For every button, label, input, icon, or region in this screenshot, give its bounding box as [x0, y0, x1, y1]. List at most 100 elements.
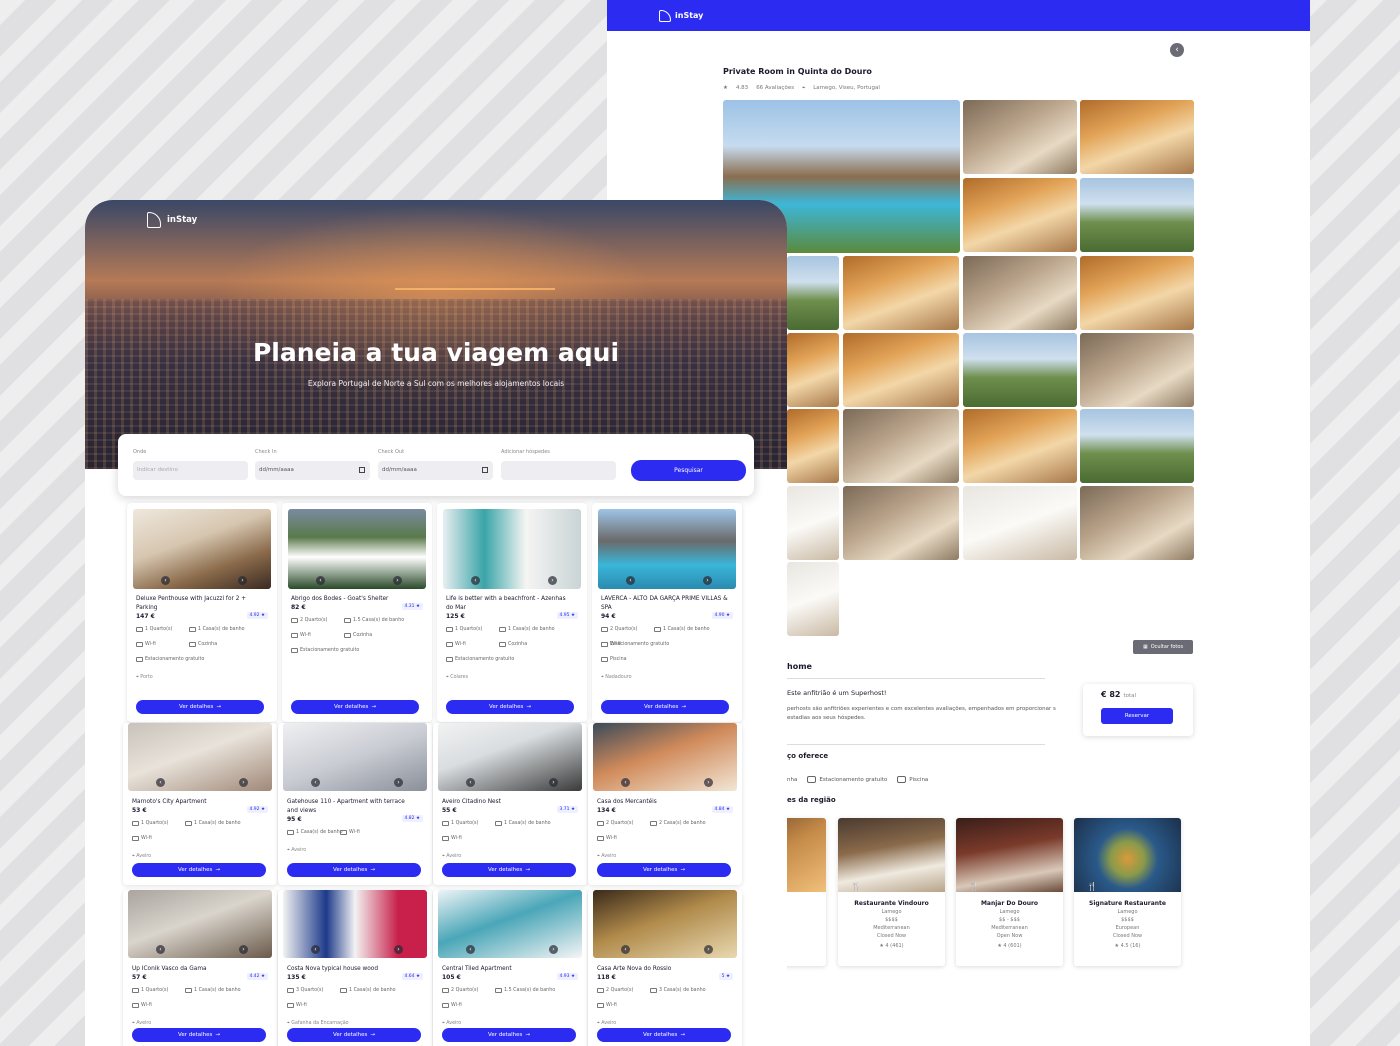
listing-title[interactable]: Life is better with a beachfront - Azenh…: [446, 595, 574, 613]
next-photo-icon[interactable]: ›: [239, 945, 248, 954]
restaurant-card[interactable]: 🍴 Restaurante Vindouro Lamego $$$$ Medit…: [838, 818, 945, 966]
hide-photos-button[interactable]: ▦ Ocultar fotos: [1133, 640, 1193, 654]
prev-photo-icon[interactable]: ‹: [161, 576, 170, 585]
next-photo-icon[interactable]: ›: [703, 576, 712, 585]
listing-card[interactable]: ‹ › Abrigo dos Bodes - Goat's Shelter 82 €4…: [282, 503, 432, 722]
view-details-button[interactable]: Ver detalhes →: [442, 1028, 576, 1042]
hero-logo[interactable]: inStay: [147, 212, 197, 228]
view-details-button[interactable]: Ver detalhes →: [291, 700, 419, 714]
prev-photo-icon[interactable]: ‹: [471, 576, 480, 585]
view-details-button[interactable]: Ver detalhes →: [132, 863, 266, 877]
next-photo-icon[interactable]: ›: [704, 945, 713, 954]
view-details-button[interactable]: Ver detalhes →: [446, 700, 574, 714]
gallery-photo[interactable]: [1080, 486, 1194, 560]
listing-title[interactable]: Up IConik Vasco da Gama: [132, 965, 260, 974]
listing-photo[interactable]: ‹ ›: [438, 723, 582, 791]
gallery-photo[interactable]: [843, 409, 959, 483]
listing-photo[interactable]: ‹ ›: [133, 509, 271, 589]
prev-photo-icon[interactable]: ‹: [311, 945, 320, 954]
listing-card[interactable]: ‹ › Gatehouse 110 - Apartment with terrace…: [278, 723, 432, 885]
listing-photo[interactable]: ‹ ›: [443, 509, 581, 589]
gallery-photo[interactable]: [787, 256, 839, 330]
view-details-button[interactable]: Ver detalhes →: [287, 1028, 421, 1042]
gallery-photo[interactable]: [787, 562, 839, 636]
gallery-photo[interactable]: [963, 100, 1077, 174]
view-details-button[interactable]: Ver detalhes →: [287, 863, 421, 877]
listing-card[interactable]: ‹ › Up IConik Vasco da Gama 57 €4.42 ★ 1 Qua…: [123, 890, 277, 1046]
prev-photo-icon[interactable]: ‹: [626, 576, 635, 585]
gallery-photo[interactable]: [843, 256, 959, 330]
listing-title[interactable]: Casa dos Mercantéis: [597, 798, 725, 807]
gallery-photo[interactable]: [963, 178, 1077, 252]
gallery-photo[interactable]: [963, 486, 1077, 560]
listing-card[interactable]: ‹ › Central Tiled Apartment 105 €4.93 ★ 2 Qu…: [433, 890, 587, 1046]
listing-photo[interactable]: ‹ ›: [288, 509, 426, 589]
back-button[interactable]: ‹: [1170, 43, 1184, 57]
destination-input[interactable]: Indicar destino: [133, 461, 248, 480]
prev-photo-icon[interactable]: ‹: [466, 945, 475, 954]
listing-card[interactable]: ‹ › Deluxe Penthouse with Jacuzzi for 2 + …: [127, 503, 277, 722]
listing-title[interactable]: Costa Nova typical house wood: [287, 965, 415, 974]
restaurant-card[interactable]: 🍴 Manjar Do Douro Lamego $$ - $$$ Medite…: [956, 818, 1063, 966]
next-photo-icon[interactable]: ›: [549, 945, 558, 954]
listing-card[interactable]: ‹ › Costa Nova typical house wood 135 €4.64…: [278, 890, 432, 1046]
gallery-photo[interactable]: [787, 409, 839, 483]
view-details-button[interactable]: Ver detalhes →: [597, 863, 731, 877]
listing-card[interactable]: ‹ › Life is better with a beachfront - Aze…: [437, 503, 587, 722]
listing-title[interactable]: Casa Arte Nova do Rossio: [597, 965, 725, 974]
prev-photo-icon[interactable]: ‹: [156, 778, 165, 787]
view-details-button[interactable]: Ver detalhes →: [601, 700, 729, 714]
next-photo-icon[interactable]: ›: [238, 576, 247, 585]
reserve-button[interactable]: Reservar: [1101, 708, 1173, 724]
gallery-photo[interactable]: [787, 333, 839, 407]
restaurant-card[interactable]: 🍴 Signature Restaurante Lamego $$$$ Euro…: [1074, 818, 1181, 966]
listing-photo[interactable]: ‹ ›: [438, 890, 582, 958]
view-details-button[interactable]: Ver detalhes →: [132, 1028, 266, 1042]
listing-card[interactable]: ‹ › Casa dos Mercantéis 134 €4.84 ★ 2 Quarto…: [588, 723, 742, 885]
next-photo-icon[interactable]: ›: [548, 576, 557, 585]
next-photo-icon[interactable]: ›: [394, 778, 403, 787]
view-details-button[interactable]: Ver detalhes →: [442, 863, 576, 877]
listing-photo[interactable]: ‹ ›: [283, 890, 427, 958]
gallery-photo[interactable]: [1080, 409, 1194, 483]
listing-card[interactable]: ‹ › Casa Arte Nova do Rossio 118 €5 ★ 2 Quar…: [588, 890, 742, 1046]
prev-photo-icon[interactable]: ‹: [621, 945, 630, 954]
prev-photo-icon[interactable]: ‹: [466, 778, 475, 787]
listing-title[interactable]: Aveiro Citadino Nest: [442, 798, 570, 807]
prev-photo-icon[interactable]: ‹: [316, 576, 325, 585]
listing-photo[interactable]: ‹ ›: [128, 890, 272, 958]
listing-card[interactable]: ‹ › Aveiro Citadino Nest 55 €3.71 ★ 1 Quarto…: [433, 723, 587, 885]
gallery-photo[interactable]: [963, 409, 1077, 483]
prev-photo-icon[interactable]: ‹: [621, 778, 630, 787]
listing-title[interactable]: LAVERCA - ALTO DA GARÇA PRIME VILLAS & S…: [601, 595, 729, 613]
brand-name[interactable]: inStay: [675, 11, 703, 20]
checkin-input[interactable]: dd/mm/aaaa: [255, 461, 370, 480]
prev-photo-icon[interactable]: ‹: [156, 945, 165, 954]
listing-reviews[interactable]: 66 Avaliações: [756, 85, 794, 92]
gallery-photo[interactable]: [1080, 178, 1194, 252]
listing-title[interactable]: Gatehouse 110 - Apartment with terrace a…: [287, 798, 415, 816]
listing-photo[interactable]: ‹ ›: [593, 890, 737, 958]
prev-photo-icon[interactable]: ‹: [311, 778, 320, 787]
gallery-photo[interactable]: [1080, 333, 1194, 407]
next-photo-icon[interactable]: ›: [704, 778, 713, 787]
listing-card[interactable]: ‹ › Marnoto's City Apartment 53 €4.92 ★ 1 Qu…: [123, 723, 277, 885]
view-details-button[interactable]: Ver detalhes →: [597, 1028, 731, 1042]
search-button[interactable]: Pesquisar: [631, 460, 746, 481]
gallery-photo[interactable]: [843, 486, 959, 560]
listing-photo[interactable]: ‹ ›: [283, 723, 427, 791]
listing-title[interactable]: Abrigo dos Bodes - Goat's Shelter: [291, 595, 419, 604]
guests-input[interactable]: [501, 461, 616, 480]
gallery-photo[interactable]: [1080, 256, 1194, 330]
listing-photo[interactable]: ‹ ›: [598, 509, 736, 589]
view-details-button[interactable]: Ver detalhes →: [136, 700, 264, 714]
gallery-photo[interactable]: [963, 333, 1077, 407]
listing-photo[interactable]: ‹ ›: [593, 723, 737, 791]
gallery-photo[interactable]: [787, 486, 839, 560]
next-photo-icon[interactable]: ›: [393, 576, 402, 585]
listing-title[interactable]: Deluxe Penthouse with Jacuzzi for 2 + Pa…: [136, 595, 264, 613]
next-photo-icon[interactable]: ›: [239, 778, 248, 787]
gallery-photo[interactable]: [1080, 100, 1194, 174]
next-photo-icon[interactable]: ›: [549, 778, 558, 787]
listing-title[interactable]: Marnoto's City Apartment: [132, 798, 260, 807]
